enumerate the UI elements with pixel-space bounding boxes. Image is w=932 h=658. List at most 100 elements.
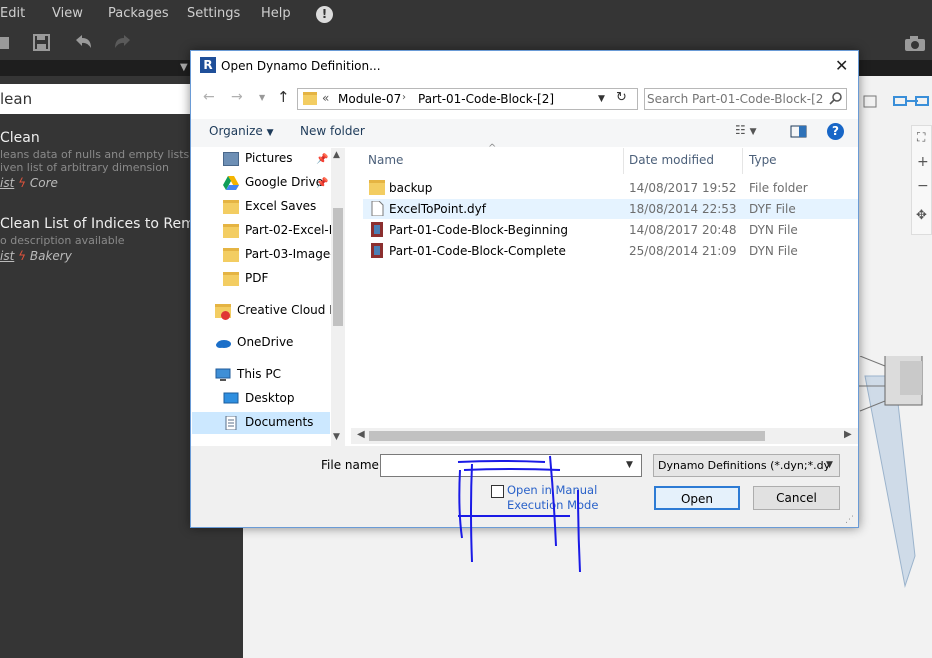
nav-item-onedrive[interactable]: OneDrive — [215, 335, 293, 355]
filename-label: File name: — [321, 458, 383, 472]
dyn-file-icon — [371, 243, 383, 258]
menu-help[interactable]: Help — [261, 6, 291, 21]
folder-icon — [223, 271, 239, 286]
resize-grip-icon[interactable]: ⋰ — [845, 515, 854, 525]
file-type: DYN File — [749, 223, 798, 237]
result-category-link[interactable]: ist — [0, 249, 14, 263]
zoom-out-icon[interactable]: − — [917, 178, 929, 194]
up-folder-icon[interactable]: ↑ — [277, 88, 290, 106]
file-name: Part-01-Code-Block-Beginning — [389, 223, 568, 237]
nav-item-part-02[interactable]: Part-02-Excel-Re — [223, 223, 331, 243]
nav-item-documents[interactable]: Documents — [223, 415, 313, 435]
file-list-horizontal-scrollbar[interactable]: ◀ ▶ — [351, 428, 858, 444]
nav-item-pictures[interactable]: Pictures — [223, 151, 293, 171]
3d-view-icon[interactable] — [863, 95, 877, 108]
scroll-right-icon[interactable]: ▶ — [844, 429, 852, 440]
result-category-link[interactable]: ist — [0, 176, 14, 190]
scroll-down-icon[interactable]: ▼ — [333, 432, 340, 442]
organize-label: Organize — [209, 124, 263, 138]
file-type-filter-value: Dynamo Definitions (*.dyn;*.dy — [658, 459, 831, 472]
search-icon[interactable] — [829, 92, 843, 106]
save-icon[interactable] — [33, 34, 51, 52]
menu-view[interactable]: View — [52, 6, 83, 21]
file-name: ExcelToPoint.dyf — [389, 202, 486, 216]
file-row[interactable]: ExcelToPoint.dyf 18/08/2014 22:53 DYF Fi… — [363, 199, 858, 219]
pin-icon[interactable]: 📌 — [316, 178, 328, 189]
address-overflow[interactable]: « — [322, 91, 329, 105]
column-header-type[interactable]: Type — [749, 153, 777, 167]
back-arrow-icon[interactable]: ← — [203, 89, 215, 105]
column-divider[interactable] — [623, 148, 624, 174]
file-row[interactable]: Part-01-Code-Block-Beginning 14/08/2017 … — [363, 220, 858, 240]
file-date: 25/08/2014 21:09 — [629, 244, 737, 258]
cancel-button[interactable]: Cancel — [753, 486, 840, 510]
nav-item-google-drive[interactable]: Google Drive — [223, 175, 323, 195]
revit-app-icon: R — [200, 57, 216, 73]
column-header-name[interactable]: Name — [368, 153, 403, 167]
nav-label: OneDrive — [237, 335, 294, 349]
column-divider[interactable] — [742, 148, 743, 174]
organize-button[interactable]: Organize ▼ — [209, 124, 274, 138]
file-row[interactable]: backup 14/08/2017 19:52 File folder — [363, 178, 858, 198]
recent-dropdown-icon[interactable]: ▼ — [259, 93, 265, 102]
nav-item-this-pc[interactable]: This PC — [215, 367, 281, 387]
search-input[interactable] — [647, 90, 823, 108]
camera-icon[interactable] — [904, 36, 926, 52]
nav-item-desktop[interactable]: Desktop — [223, 391, 295, 411]
address-dropdown-icon[interactable]: ▼ — [598, 94, 605, 104]
folder-icon — [303, 92, 317, 105]
nav-label: Documents — [245, 415, 314, 429]
folder-icon — [223, 199, 239, 214]
zoom-in-icon[interactable]: + — [917, 154, 929, 170]
lightning-icon: ϟ — [18, 249, 27, 263]
nav-item-excel-saves[interactable]: Excel Saves — [223, 199, 316, 219]
nav-label: Part-03-Image-R — [245, 247, 331, 261]
pin-icon[interactable]: 📌 — [316, 154, 328, 165]
notification-icon[interactable]: ! — [316, 6, 333, 23]
chevron-down-icon: ▼ — [826, 460, 833, 470]
preview-pane-icon[interactable] — [790, 125, 808, 139]
column-header-date[interactable]: Date modified — [629, 153, 714, 167]
file-type-filter-select[interactable]: Dynamo Definitions (*.dyn;*.dy ▼ — [653, 454, 840, 477]
file-row[interactable]: Part-01-Code-Block-Complete 25/08/2014 2… — [363, 241, 858, 261]
graph-view-icon[interactable] — [893, 96, 907, 106]
forward-arrow-icon[interactable]: → — [231, 89, 243, 105]
menu-edit[interactable]: Edit — [0, 6, 25, 21]
scroll-thumb[interactable] — [369, 431, 765, 441]
open-file-icon[interactable] — [0, 34, 10, 52]
undo-icon[interactable] — [72, 34, 94, 52]
menu-packages[interactable]: Packages — [108, 6, 169, 21]
nav-label: Google Drive — [245, 175, 324, 189]
breadcrumb-separator-icon: › — [402, 92, 406, 103]
tab-dropdown-icon[interactable]: ▼ — [180, 62, 188, 73]
breadcrumb-module-07[interactable]: Module-07 — [338, 92, 401, 106]
nav-item-pdf[interactable]: PDF — [223, 271, 268, 291]
nav-scrollbar[interactable]: ▲ ▼ — [331, 148, 345, 446]
scroll-up-icon[interactable]: ▲ — [333, 150, 340, 160]
fit-view-icon[interactable]: ⛶ — [917, 130, 925, 145]
geometry-preview — [855, 356, 923, 588]
breadcrumb-part-01[interactable]: Part-01-Code-Block-[2] — [418, 92, 554, 106]
nav-label: Pictures — [245, 151, 293, 165]
lightning-icon: ϟ — [18, 176, 27, 190]
refresh-icon[interactable]: ↻ — [616, 90, 627, 105]
documents-icon — [225, 415, 237, 430]
open-button[interactable]: Open — [654, 486, 740, 510]
scroll-thumb[interactable] — [333, 208, 343, 326]
new-folder-button[interactable]: New folder — [300, 124, 365, 138]
search-box[interactable] — [644, 88, 847, 110]
file-date: 14/08/2017 20:48 — [629, 223, 737, 237]
nav-item-creative-cloud[interactable]: Creative Cloud Fil — [215, 303, 331, 323]
desktop-icon — [223, 392, 239, 403]
menu-settings[interactable]: Settings — [187, 6, 240, 21]
redo-icon[interactable] — [112, 34, 134, 52]
address-bar[interactable]: « Module-07 › Part-01-Code-Block-[2] ▼ ↻ — [297, 88, 638, 110]
view-options-icon[interactable]: ☷ ▼ — [735, 123, 757, 137]
close-icon[interactable]: ✕ — [835, 56, 848, 75]
pan-icon[interactable]: ✥ — [916, 208, 927, 223]
nav-label: Desktop — [245, 391, 295, 405]
nav-item-part-03[interactable]: Part-03-Image-R — [223, 247, 331, 267]
filename-dropdown-icon[interactable]: ▼ — [626, 460, 633, 470]
scroll-left-icon[interactable]: ◀ — [357, 429, 365, 440]
help-icon[interactable]: ? — [827, 123, 844, 140]
